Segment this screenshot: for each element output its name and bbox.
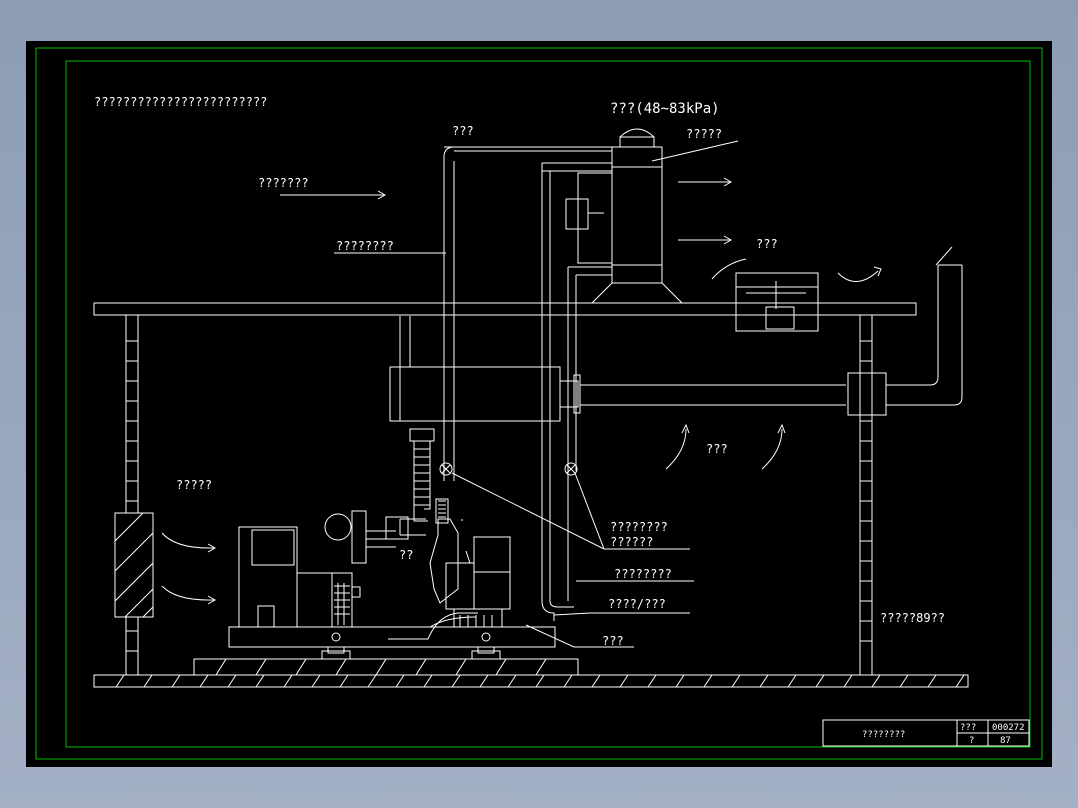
title-block-page: 87 [1000, 736, 1011, 746]
inner-frame [65, 60, 1031, 748]
ventilation-fan [711, 258, 882, 332]
generator-set [228, 510, 556, 660]
silencer [389, 366, 846, 422]
top-pipe-label: ??? [452, 124, 474, 138]
middle-flow-label: ??? [706, 442, 728, 456]
radiator-outlet-arrows [678, 177, 733, 245]
exhaust-bellows [399, 428, 435, 536]
exhaust-pipe-right [847, 246, 963, 416]
valve-a-label: ???????? [610, 520, 668, 534]
title-block-name: ???????? [862, 730, 905, 740]
title-block-code-label: ??? [960, 723, 976, 733]
device-top-label: ????? [686, 127, 722, 141]
right-flow-label: ??? [756, 237, 778, 251]
floor [93, 674, 969, 688]
right-column [859, 314, 873, 676]
title-block-page-label: ? [969, 736, 974, 746]
left-column [125, 314, 139, 676]
base-label: ??? [602, 634, 624, 648]
pipe-c-label: ???????? [614, 567, 672, 581]
top-air-arrow [280, 190, 387, 200]
air-flow-label: ??????? [258, 176, 309, 190]
valve-b-label: ?????? [610, 535, 653, 549]
pipe-d-label: ????/??? [608, 597, 666, 611]
cad-diagram: ???????????????????????? ???(48~83kPa) ?… [35, 47, 1043, 760]
outer-frame [35, 47, 1043, 760]
pipe-left-label: ???????? [336, 239, 394, 253]
title-block-code: 000272 [992, 723, 1025, 733]
ceiling-slab [93, 302, 917, 316]
right-note-label: ?????89?? [880, 611, 945, 625]
radiator-tank [565, 128, 683, 304]
drawing-sheet: ???????????????????????? ???(48~83kPa) ?… [26, 41, 1052, 767]
leader-lines [334, 140, 739, 648]
pressure-label: ???(48~83kPa) [610, 101, 720, 117]
drawing-title: ???????????????????????? [94, 95, 267, 109]
engine-label: ?? [399, 548, 413, 562]
left-intake-label: ????? [176, 478, 212, 492]
intake-louver [114, 512, 154, 618]
intake-arrows [161, 532, 217, 605]
foundation-pad [193, 658, 579, 676]
